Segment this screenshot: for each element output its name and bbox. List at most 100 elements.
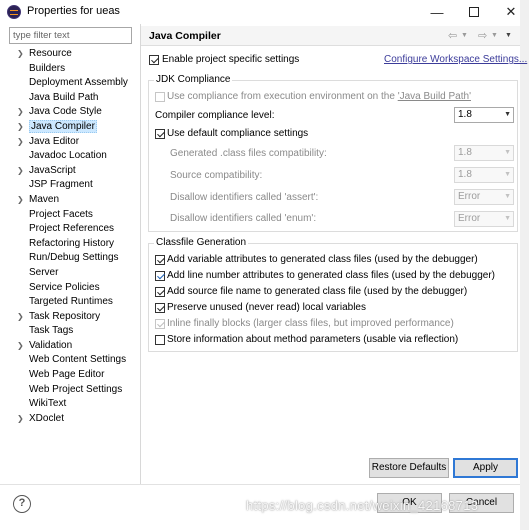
- tree-item-label: Task Repository: [29, 310, 101, 322]
- tree-item-label: Builders: [29, 62, 66, 74]
- tree-item-javadoc-location[interactable]: Javadoc Location: [7, 149, 140, 164]
- filter-input[interactable]: type filter text: [9, 27, 132, 44]
- back-arrow-icon[interactable]: ⇦: [448, 29, 457, 42]
- restore-defaults-button[interactable]: Restore Defaults: [369, 458, 449, 478]
- eclipse-icon: [7, 5, 21, 19]
- classfile-option-label: Add line number attributes to generated …: [167, 270, 495, 281]
- tree-item-server[interactable]: Server: [7, 266, 140, 281]
- tree-item-task-repository[interactable]: ❯ Task Repository: [7, 310, 140, 325]
- tree-item-web-content-settings[interactable]: Web Content Settings: [7, 353, 140, 368]
- back-dropdown-icon[interactable]: ▼: [461, 32, 468, 39]
- tree-item-java-editor[interactable]: ❯ Java Editor: [7, 135, 140, 150]
- tree-item-label: Deployment Assembly: [29, 77, 128, 89]
- tree-item-project-references[interactable]: Project References: [7, 222, 140, 237]
- classfile-option-checkbox[interactable]: [155, 255, 165, 265]
- tree-item-javascript[interactable]: ❯ JavaScript: [7, 164, 140, 179]
- classfile-option-checkbox[interactable]: [155, 319, 165, 329]
- jdk-compliance-title: JDK Compliance: [154, 74, 233, 85]
- tree-item-label: Project References: [29, 223, 115, 235]
- page-title: Java Compiler: [149, 30, 221, 42]
- tree-item-task-tags[interactable]: Task Tags: [7, 324, 140, 339]
- expand-arrow-icon[interactable]: ❯: [17, 47, 24, 62]
- enable-specific-label: Enable project specific settings: [162, 54, 300, 65]
- tree-item-jsp-fragment[interactable]: JSP Fragment: [7, 178, 140, 193]
- chevron-down-icon: ▼: [504, 149, 511, 156]
- expand-arrow-icon[interactable]: ❯: [17, 339, 24, 354]
- tree-item-java-compiler[interactable]: ❯ Java Compiler: [7, 119, 140, 135]
- assert-label: Disallow identifiers called 'assert':: [170, 192, 319, 203]
- window-title: Properties for ueas: [27, 5, 120, 17]
- view-menu-icon[interactable]: ▼: [505, 32, 512, 39]
- tree-item-label: Project Facets: [29, 208, 93, 220]
- tree-item-label: WikiText: [29, 398, 67, 410]
- expand-arrow-icon[interactable]: ❯: [17, 193, 24, 208]
- java-build-path-link[interactable]: 'Java Build Path': [398, 91, 471, 102]
- footer-separator: [0, 484, 520, 485]
- tree-item-label: Javadoc Location: [29, 150, 107, 162]
- tree-item-label: Service Policies: [29, 281, 100, 293]
- tree-item-java-code-style[interactable]: ❯ Java Code Style: [7, 105, 140, 120]
- tree-item-label: Maven: [29, 193, 60, 205]
- expand-arrow-icon[interactable]: ❯: [17, 135, 24, 150]
- expand-arrow-icon[interactable]: ❯: [17, 310, 24, 325]
- tree-item-resource[interactable]: ❯ Resource: [7, 47, 140, 62]
- tree-item-service-policies[interactable]: Service Policies: [7, 281, 140, 296]
- compliance-level-select[interactable]: 1.8 ▼: [454, 107, 514, 123]
- tree-item-xdoclet[interactable]: ❯ XDoclet: [7, 412, 140, 427]
- classfile-option-label: Store information about method parameter…: [167, 334, 459, 345]
- expand-arrow-icon[interactable]: ❯: [17, 105, 24, 120]
- tree-item-web-project-settings[interactable]: Web Project Settings: [7, 383, 140, 398]
- classfile-option-label: Add variable attributes to generated cla…: [167, 254, 478, 265]
- classfile-option-checkbox[interactable]: [155, 287, 165, 297]
- enable-specific-checkbox[interactable]: [149, 55, 159, 65]
- forward-arrow-icon[interactable]: ⇨: [478, 29, 487, 42]
- apply-button[interactable]: Apply: [453, 458, 518, 478]
- minimize-button[interactable]: —: [419, 0, 455, 24]
- chevron-down-icon: ▼: [504, 111, 511, 118]
- enum-label: Disallow identifiers called 'enum':: [170, 213, 317, 224]
- tree-item-project-facets[interactable]: Project Facets: [7, 208, 140, 223]
- classfile-option-checkbox[interactable]: [155, 271, 165, 281]
- tree-item-wikitext[interactable]: WikiText: [7, 397, 140, 412]
- expand-arrow-icon[interactable]: ❯: [17, 412, 24, 427]
- tree-item-label: Run/Debug Settings: [29, 252, 119, 264]
- tree-item-web-page-editor[interactable]: Web Page Editor: [7, 368, 140, 383]
- expand-arrow-icon[interactable]: ❯: [17, 164, 24, 179]
- tree-item-refactoring-history[interactable]: Refactoring History: [7, 237, 140, 252]
- use-env-label: Use compliance from execution environmen…: [167, 91, 471, 102]
- chevron-down-icon: ▼: [504, 193, 511, 200]
- classfile-option-checkbox[interactable]: [155, 335, 165, 345]
- maximize-button[interactable]: [456, 0, 492, 24]
- pane-divider[interactable]: [140, 24, 141, 484]
- chevron-down-icon: ▼: [504, 215, 511, 222]
- use-default-label: Use default compliance settings: [167, 128, 309, 139]
- tree-item-builders[interactable]: Builders: [7, 62, 140, 77]
- chevron-down-icon: ▼: [504, 171, 511, 178]
- tree-item-deployment-assembly[interactable]: Deployment Assembly: [7, 76, 140, 91]
- maximize-icon: [469, 7, 479, 17]
- tree-item-run-debug-settings[interactable]: Run/Debug Settings: [7, 251, 140, 266]
- tree-item-java-build-path[interactable]: Java Build Path: [7, 91, 140, 106]
- use-default-checkbox[interactable]: [155, 129, 165, 139]
- forward-dropdown-icon[interactable]: ▼: [491, 32, 498, 39]
- classfile-option-checkbox[interactable]: [155, 303, 165, 313]
- generated-compat-label: Generated .class files compatibility:: [170, 148, 327, 159]
- tree-item-label: JSP Fragment: [29, 179, 93, 191]
- classfile-title: Classfile Generation: [154, 237, 249, 248]
- use-env-checkbox[interactable]: [155, 92, 165, 102]
- tree-item-maven[interactable]: ❯ Maven: [7, 193, 140, 208]
- help-icon[interactable]: ?: [13, 495, 31, 513]
- tree-item-label: Web Project Settings: [29, 383, 123, 395]
- tree-item-label: Resource: [29, 48, 72, 59]
- assert-select[interactable]: Error ▼: [454, 189, 514, 205]
- classfile-option-label: Preserve unused (never read) local varia…: [167, 302, 366, 313]
- tree-item-targeted-runtimes[interactable]: Targeted Runtimes: [7, 295, 140, 310]
- generated-compat-select[interactable]: 1.8 ▼: [454, 145, 514, 161]
- enum-select[interactable]: Error ▼: [454, 211, 514, 227]
- expand-arrow-icon[interactable]: ❯: [17, 120, 24, 135]
- preference-tree: ❯ Resource Builders Deployment Assembly Java…: [7, 47, 140, 426]
- configure-workspace-link[interactable]: Configure Workspace Settings...: [384, 54, 527, 65]
- source-compat-select[interactable]: 1.8 ▼: [454, 167, 514, 183]
- tree-item-validation[interactable]: ❯ Validation: [7, 339, 140, 354]
- vertical-scrollbar[interactable]: [520, 0, 529, 530]
